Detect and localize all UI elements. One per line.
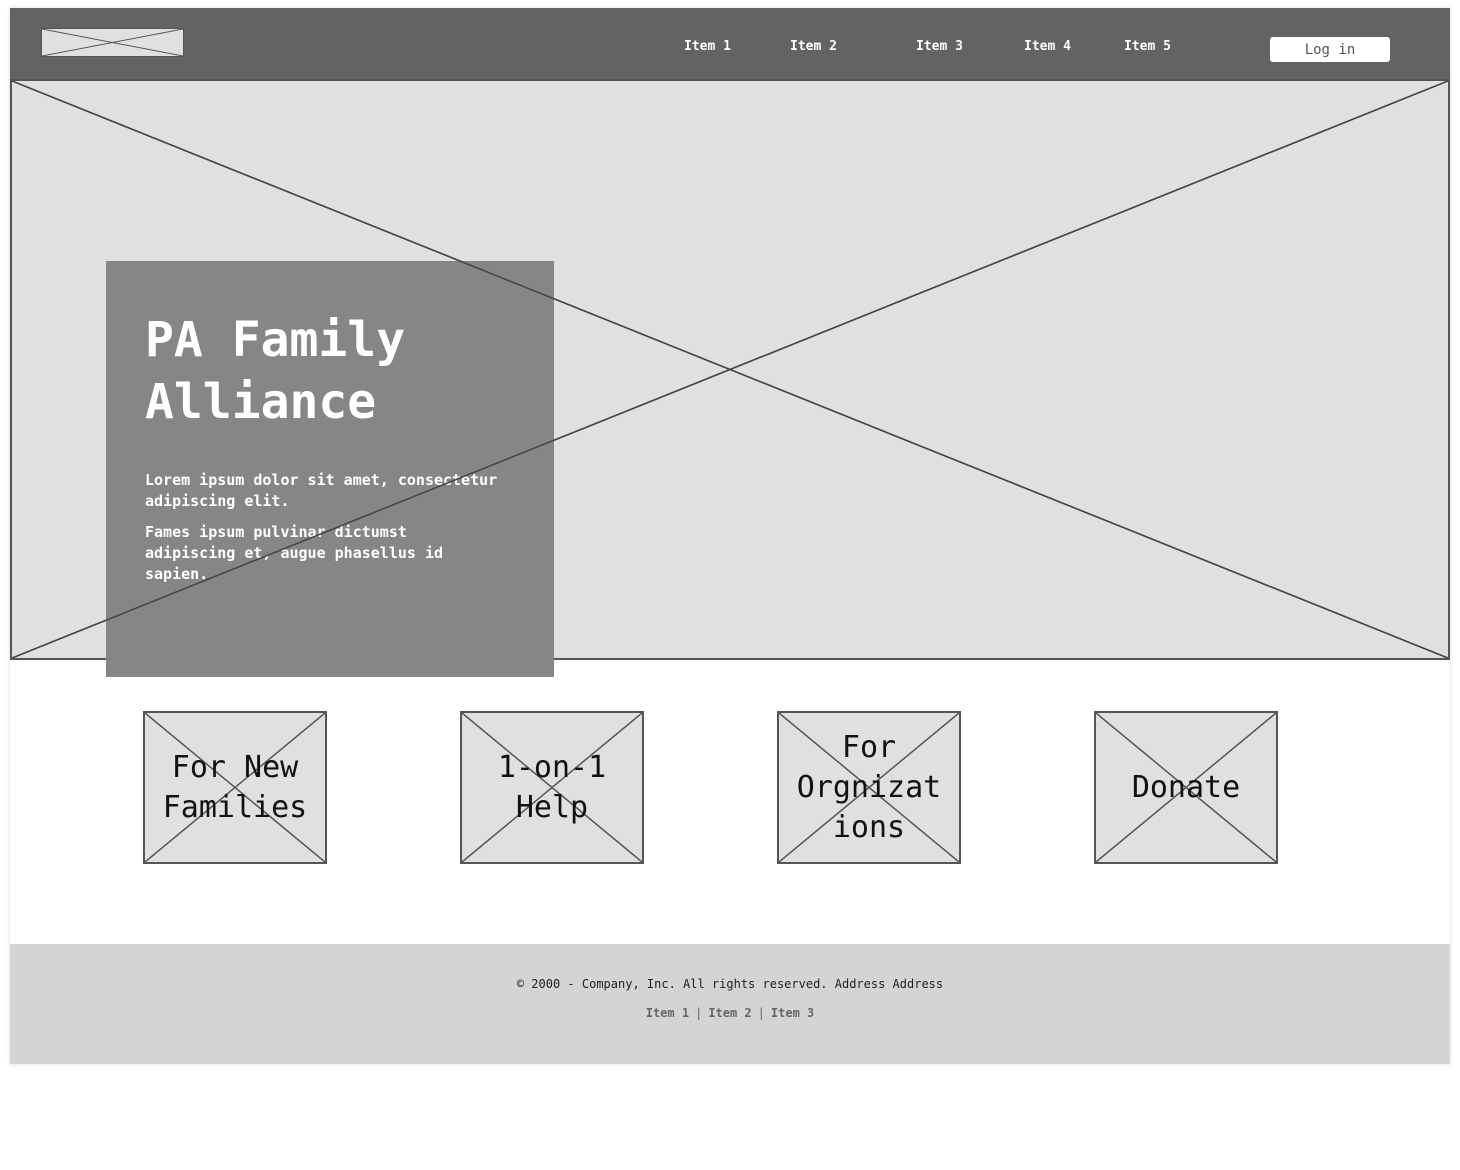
tile-label: For New Families — [145, 713, 325, 862]
nav-item-4[interactable]: Item 4 — [1024, 39, 1071, 54]
footer-links: Item 1 | Item 2 | Item 3 — [10, 1006, 1450, 1020]
site-footer: © 2000 - Company, Inc. All rights reserv… — [10, 944, 1450, 1064]
tile-label-line: 1-on-1 — [497, 749, 607, 785]
footer-separator: | — [757, 1006, 765, 1020]
tile-label-line: Help — [515, 789, 589, 825]
tile-label-line: For — [841, 729, 897, 765]
tile-label-line: Orgnizat — [796, 769, 942, 805]
tile-label-line: Families — [162, 789, 308, 825]
tile-label-line: ions — [832, 809, 906, 845]
footer-separator: | — [695, 1006, 703, 1020]
page-title: PA Family Alliance — [145, 309, 525, 433]
tile-label: For Orgnizat ions — [779, 713, 959, 862]
tile-for-organizations[interactable]: For Orgnizat ions — [777, 711, 961, 864]
nav-item-1[interactable]: Item 1 — [684, 39, 731, 54]
nav-item-2[interactable]: Item 2 — [790, 39, 837, 54]
tile-label: Donate — [1096, 713, 1276, 862]
footer-link-3[interactable]: Item 3 — [771, 1006, 814, 1020]
tile-new-families[interactable]: For New Families — [143, 711, 327, 864]
copyright-text: © 2000 - Company, Inc. All rights reserv… — [516, 977, 944, 991]
tile-one-on-one-help[interactable]: 1-on-1 Help — [460, 711, 644, 864]
tile-label-line: Donate — [1131, 769, 1241, 805]
hero-image: PA Family Alliance Lorem ipsum dolor sit … — [10, 79, 1450, 677]
site-header: Item 1 Item 2 Item 3 Item 4 Item 5 Log i… — [10, 8, 1450, 79]
title-line-2: Alliance — [145, 374, 377, 430]
hero-paragraph-2: Fames ipsum pulvinar dictumst adipiscing… — [145, 523, 444, 583]
nav-item-3[interactable]: Item 3 — [916, 39, 963, 54]
nav-item-5[interactable]: Item 5 — [1124, 39, 1171, 54]
logo-image[interactable] — [41, 28, 184, 57]
placeholder-x-icon — [42, 29, 183, 56]
tile-label: 1-on-1 Help — [462, 713, 642, 862]
login-button[interactable]: Log in — [1270, 37, 1390, 62]
tile-donate[interactable]: Donate — [1094, 711, 1278, 864]
tile-label-line: For New — [171, 749, 299, 785]
hero-paragraph-1: Lorem ipsum dolor sit amet, consectetur … — [145, 471, 498, 510]
title-line-1: PA Family — [145, 312, 406, 368]
footer-link-1[interactable]: Item 1 — [646, 1006, 689, 1020]
page-frame: Item 1 Item 2 Item 3 Item 4 Item 5 Log i… — [10, 8, 1450, 1064]
footer-link-2[interactable]: Item 2 — [708, 1006, 751, 1020]
hero-card: PA Family Alliance Lorem ipsum dolor sit … — [106, 261, 554, 677]
